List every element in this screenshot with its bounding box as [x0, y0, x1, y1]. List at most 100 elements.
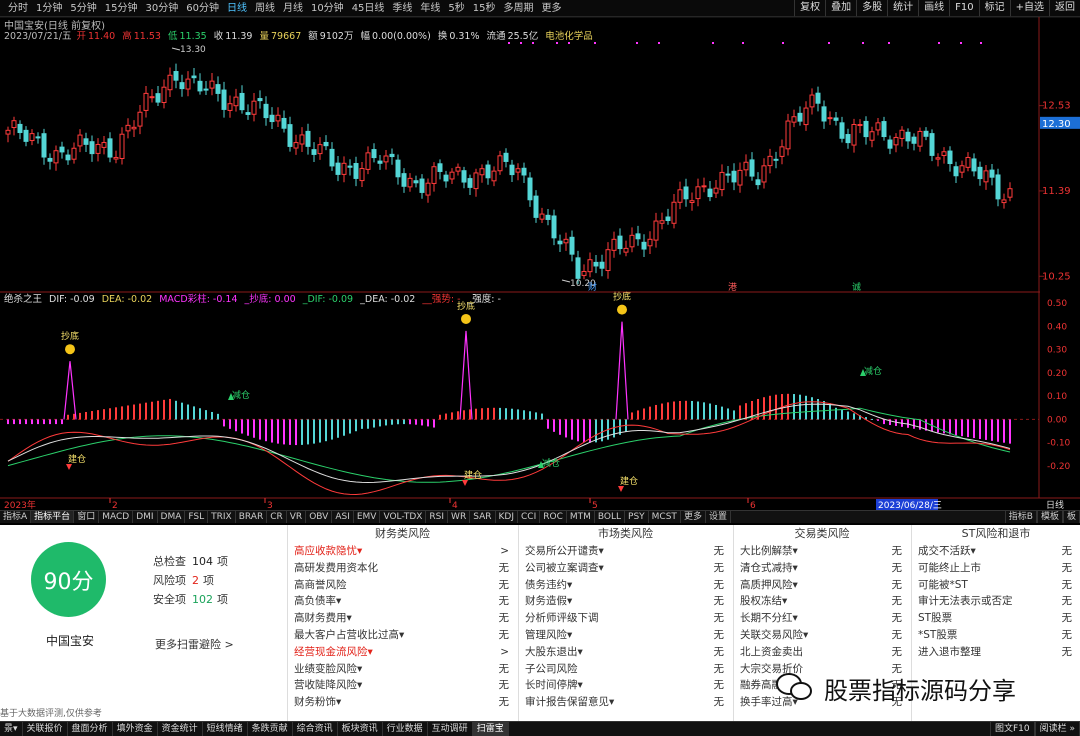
risk-row-label: 长期不分红▾: [740, 612, 798, 625]
risk-row[interactable]: 公司被立案调查▾ 无: [519, 560, 732, 577]
risk-row[interactable]: 高质押风险▾ 无: [734, 577, 910, 594]
risk-row-status: 无: [891, 578, 903, 591]
macd-bar: [721, 406, 723, 420]
macd-bar: [553, 419, 555, 432]
bottom-tab-2[interactable]: 盘面分析: [68, 722, 113, 736]
risk-row[interactable]: 进入退市整理 无: [912, 644, 1080, 661]
risk-row[interactable]: 关联交易风险▾ 无: [734, 627, 910, 644]
indicator-tab-25[interactable]: 更多: [681, 511, 706, 523]
indicator-tab-21[interactable]: MTM: [567, 511, 595, 523]
bottom-tab-0[interactable]: 景▾: [0, 722, 23, 736]
risk-row[interactable]: 债务违约▾ 无: [519, 577, 732, 594]
risk-row[interactable]: 经营现金流风险▾ >: [288, 644, 517, 661]
indicator-tab-15[interactable]: RSI: [426, 511, 449, 523]
indicator-name[interactable]: 绝杀之王: [4, 294, 42, 305]
indicator-tab-right-0[interactable]: 指标B: [1004, 511, 1037, 523]
indicator-tab-3[interactable]: MACD: [99, 511, 134, 523]
macd-bar: [205, 410, 207, 420]
risk-row[interactable]: 审计报告保留意见▾ 无: [519, 694, 732, 711]
indicator-tab-4[interactable]: DMI: [133, 511, 158, 523]
indicator-tab-16[interactable]: WR: [448, 511, 471, 523]
risk-row[interactable]: 可能被*ST 无: [912, 577, 1080, 594]
indicator-tab-18[interactable]: KDJ: [496, 511, 518, 523]
risk-row[interactable]: 子公司风险 无: [519, 661, 732, 678]
indicator-tab-23[interactable]: PSY: [625, 511, 649, 523]
risk-row[interactable]: 高商誉风险 无: [288, 577, 517, 594]
indicator-tab-20[interactable]: ROC: [540, 511, 567, 523]
risk-row[interactable]: 长时间停牌▾ 无: [519, 677, 732, 694]
risk-row[interactable]: 高应收款隐忧▾ >: [288, 543, 517, 560]
indicator-tab-right-1[interactable]: 模板: [1036, 511, 1063, 523]
risk-row[interactable]: 财务粉饰▾ 无: [288, 694, 517, 711]
more-scan-link[interactable]: 更多扫雷避险 >: [155, 636, 234, 652]
candle-body: [113, 156, 119, 160]
bottom-tab-6[interactable]: 条跌贡献: [248, 722, 293, 736]
candle-body: [233, 96, 239, 107]
indicator-tab-0[interactable]: 指标A: [0, 511, 32, 523]
risk-row[interactable]: 成交不活跃▾ 无: [912, 543, 1080, 560]
bottom-tab-4[interactable]: 资金统计: [158, 722, 203, 736]
risk-row[interactable]: 管理风险▾ 无: [519, 627, 732, 644]
risk-row[interactable]: 分析师评级下调 无: [519, 610, 732, 627]
candle-body: [1001, 199, 1007, 204]
indicator-tab-9[interactable]: CR: [267, 511, 287, 523]
indicator-tab-2[interactable]: 窗口: [74, 511, 100, 523]
macd-bar: [355, 419, 357, 432]
macd-bar: [469, 409, 471, 420]
risk-row[interactable]: 高财务费用▾ 无: [288, 610, 517, 627]
risk-row[interactable]: 可能终止上市 无: [912, 560, 1080, 577]
bottom-right-0[interactable]: 图文F10: [989, 722, 1035, 736]
indicator-tab-24[interactable]: MCST: [649, 511, 681, 523]
bottom-tab-8[interactable]: 板块资讯: [338, 722, 383, 736]
risk-row[interactable]: 股权冻结▾ 无: [734, 593, 910, 610]
indicator-tab-1[interactable]: 指标平台: [31, 511, 75, 523]
indicator-tab-6[interactable]: FSL: [185, 511, 209, 523]
wechat-icon: [776, 671, 816, 705]
bottom-tab-5[interactable]: 短线情绪: [203, 722, 248, 736]
risk-row[interactable]: 高研发费用资本化 无: [288, 560, 517, 577]
indicator-tab-10[interactable]: VR: [287, 511, 307, 523]
candle-body: [635, 233, 641, 240]
indicator-tab-17[interactable]: SAR: [470, 511, 496, 523]
risk-row[interactable]: *ST股票 无: [912, 627, 1080, 644]
bottom-tab-10[interactable]: 互动调研: [428, 722, 473, 736]
macd-bar: [367, 419, 369, 429]
indicator-tabs: 指标A 指标平台 窗口 MACD DMI DMA FSL TRIX BRAR CR VR OBV ASI…: [0, 510, 1080, 523]
risk-row[interactable]: 大比例解禁▾ 无: [734, 543, 910, 560]
candle-body: [821, 106, 827, 122]
risk-row[interactable]: ST股票 无: [912, 610, 1080, 627]
indicator-tab-14[interactable]: VOL-TDX: [380, 511, 427, 523]
risk-row[interactable]: 业绩变脸风险▾ 无: [288, 661, 517, 678]
indicator-tab-19[interactable]: CCI: [518, 511, 541, 523]
risk-row[interactable]: 清仓式减持▾ 无: [734, 560, 910, 577]
indicator-tab-7[interactable]: TRIX: [208, 511, 236, 523]
indicator-tab-12[interactable]: ASI: [332, 511, 354, 523]
risk-row[interactable]: 最大客户占营收比过高▾ 无: [288, 627, 517, 644]
candle-body: [653, 220, 659, 241]
bottom-tab-11[interactable]: 扫雷宝: [472, 722, 509, 736]
risk-row[interactable]: 交易所公开谴责▾ 无: [519, 543, 732, 560]
risk-row[interactable]: 北上资金卖出 无: [734, 644, 910, 661]
risk-row[interactable]: 审计无法表示或否定 无: [912, 593, 1080, 610]
indicator-tab-right-2[interactable]: 板: [1062, 511, 1080, 523]
risk-row[interactable]: 营收陡降风险▾ 无: [288, 677, 517, 694]
indicator-tab-11[interactable]: OBV: [306, 511, 333, 523]
chart-area[interactable]: 12.5312.3011.3910.2513.3010.20财港诚0.500.4…: [0, 0, 1080, 510]
risk-row[interactable]: 财务造假▾ 无: [519, 593, 732, 610]
bottom-tab-9[interactable]: 行业数据: [383, 722, 428, 736]
bottom-tab-3[interactable]: 填外资金: [113, 722, 158, 736]
indicator-tab-26[interactable]: 设置: [706, 511, 731, 523]
bottom-tab-1[interactable]: 关联报价: [23, 722, 68, 736]
indicator-tab-5[interactable]: DMA: [158, 511, 186, 523]
bottom-right-1[interactable]: 阅读栏 »: [1034, 722, 1080, 736]
bottom-tab-7[interactable]: 综合资讯: [293, 722, 338, 736]
risk-row-status: 无: [498, 679, 510, 692]
indicator-tab-22[interactable]: BOLL: [595, 511, 626, 523]
indicator-tab-13[interactable]: EMV: [354, 511, 381, 523]
risk-row[interactable]: 大股东退出▾ 无: [519, 644, 732, 661]
risk-row-status: 无: [713, 561, 725, 574]
risk-row[interactable]: 高负债率▾ 无: [288, 593, 517, 610]
indicator-tab-8[interactable]: BRAR: [236, 511, 268, 523]
risk-row[interactable]: 长期不分红▾ 无: [734, 610, 910, 627]
event-dot: [712, 42, 714, 44]
